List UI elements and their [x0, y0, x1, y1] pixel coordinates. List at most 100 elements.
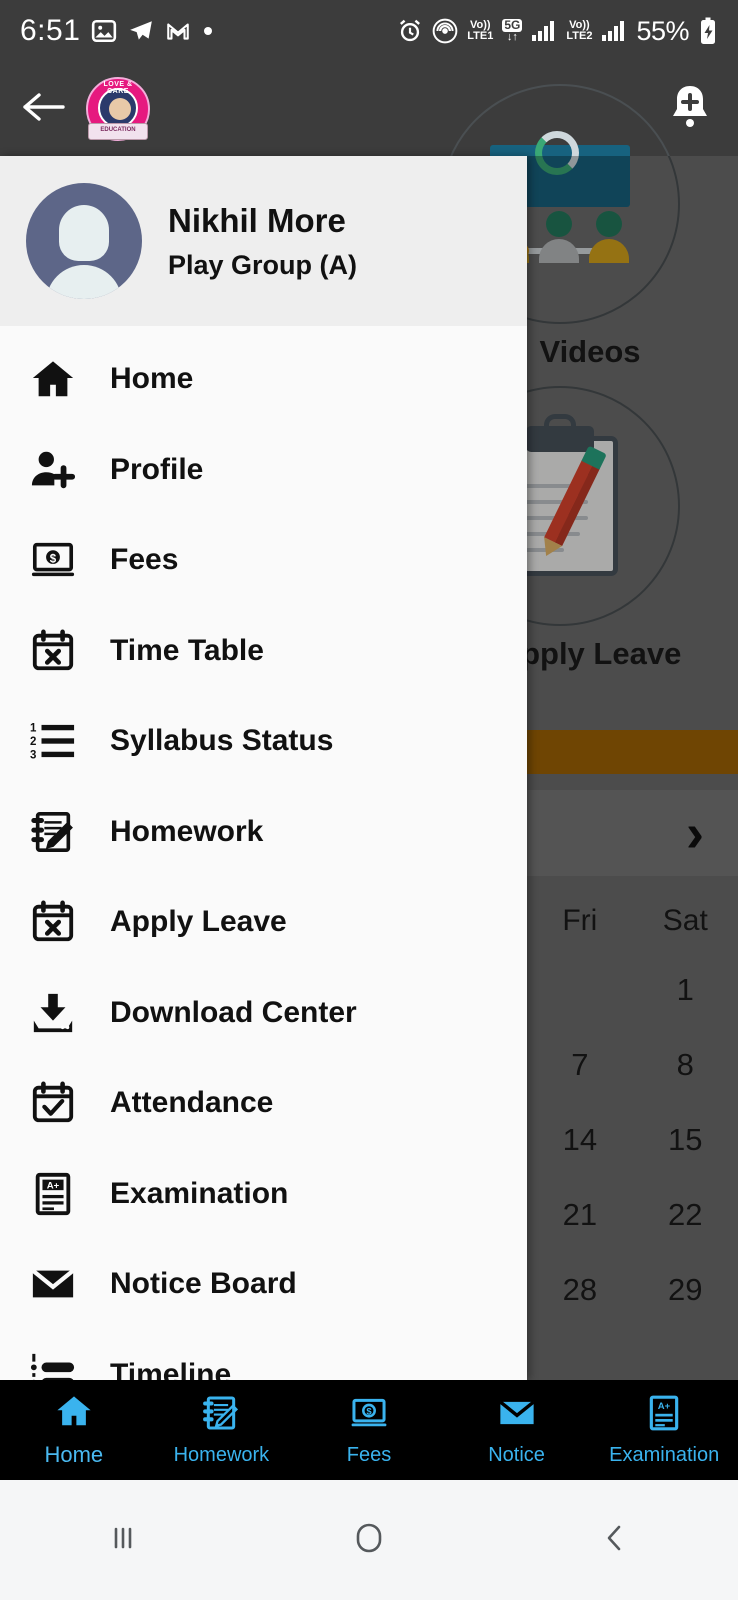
drawer-menu: Home Profile $ Fees Time Table 1 2 3 Syl…	[0, 326, 527, 1380]
drawer-profile-header[interactable]: Nikhil More Play Group (A)	[0, 156, 527, 326]
data-arrows-icon: ↓↑	[506, 31, 518, 43]
status-bar-left: 6:51	[20, 14, 214, 48]
dot-icon	[202, 25, 214, 37]
gmail-icon	[165, 18, 191, 44]
svg-text:1: 1	[30, 723, 37, 735]
profile-name: Nikhil More	[168, 201, 346, 239]
logo-top-text: LOVE & CARE	[103, 81, 133, 95]
bottom-nav-label: Home	[44, 1442, 104, 1467]
volte1-indicator: Vo)) LTE1	[467, 20, 493, 42]
svg-text:$: $	[50, 554, 57, 566]
sidebar-item-label: Download Center	[110, 995, 357, 1029]
bottom-nav-home[interactable]: Home	[0, 1380, 148, 1480]
sidebar-item-label: Examination	[110, 1176, 289, 1210]
bottom-nav-label: Fees	[346, 1443, 392, 1466]
sidebar-item-timeline[interactable]: Timeline	[0, 1330, 527, 1380]
sidebar-item-examination[interactable]: A+ Examination	[0, 1149, 527, 1240]
bottom-nav-label: Homework	[173, 1443, 270, 1466]
avatar-placeholder-icon	[59, 205, 109, 261]
hotspot-icon	[432, 18, 458, 44]
signal-bars-2-icon	[601, 20, 627, 42]
sidebar-item-profile[interactable]: Profile	[0, 425, 527, 516]
envelope-icon	[498, 1394, 536, 1437]
network-badge-wrap: 5G ↓↑	[502, 19, 523, 43]
svg-text:A+: A+	[658, 1401, 671, 1412]
battery-charging-icon	[698, 17, 718, 45]
sidebar-item-homework[interactable]: Homework	[0, 787, 527, 878]
telegram-icon	[128, 18, 154, 44]
sidebar-item-label: Apply Leave	[110, 905, 287, 939]
system-navigation-bar	[0, 1480, 738, 1600]
notebook-pencil-icon	[22, 809, 84, 855]
sidebar-item-label: Attendance	[110, 1086, 274, 1120]
home-button[interactable]	[246, 1518, 492, 1563]
person-add-icon	[22, 447, 84, 493]
sidebar-item-time-table[interactable]: Time Table	[0, 606, 527, 697]
sidebar-item-label: Notice Board	[110, 1267, 297, 1301]
bottom-nav-label: Notice	[488, 1443, 545, 1466]
signal-bars-1-icon	[531, 20, 557, 42]
status-time: 6:51	[20, 14, 81, 47]
sidebar-item-syllabus-status[interactable]: 12 3 Syllabus Status	[0, 696, 527, 787]
numbered-list-icon: 12 3	[22, 718, 84, 764]
bottom-nav-label: Examination	[609, 1443, 720, 1466]
calendar-x-icon	[22, 628, 84, 674]
notebook-pencil-icon	[202, 1394, 240, 1437]
sidebar-item-label: Profile	[110, 452, 204, 486]
profile-class: Play Group (A)	[168, 249, 358, 280]
svg-text:3: 3	[30, 750, 36, 762]
alarm-icon	[397, 18, 423, 44]
grade-document-icon: A+	[22, 1171, 84, 1217]
bottom-nav-homework[interactable]: Homework	[148, 1380, 296, 1480]
home-icon	[22, 356, 84, 402]
profile-text: Nikhil More Play Group (A)	[168, 202, 357, 281]
photo-icon	[91, 18, 117, 44]
sidebar-item-label: Timeline	[110, 1357, 232, 1380]
sidebar-item-attendance[interactable]: Attendance	[0, 1058, 527, 1149]
school-logo: LOVE & CARE EDUCATION	[86, 77, 150, 141]
status-bar: 6:51 Vo)) LTE1 5G ↓↑ Vo)) LTE2 55%	[0, 0, 738, 62]
svg-text:2: 2	[30, 736, 36, 748]
volte2-bottom: LTE2	[566, 30, 593, 42]
svg-text:A+: A+	[47, 1180, 60, 1191]
sidebar-item-home[interactable]: Home	[0, 334, 527, 425]
home-circle-icon	[349, 1518, 389, 1563]
logo-ribbon-text: EDUCATION	[88, 123, 148, 140]
envelope-icon	[22, 1261, 84, 1307]
grade-document-icon: A+	[645, 1394, 683, 1437]
back-button[interactable]	[0, 87, 86, 132]
sidebar-item-download-center[interactable]: Download Center	[0, 968, 527, 1059]
calendar-check-icon	[22, 1080, 84, 1126]
battery-percent: 55%	[636, 15, 689, 46]
svg-text:$: $	[366, 1406, 372, 1417]
sidebar-item-label: Fees	[110, 543, 179, 577]
sidebar-item-label: Syllabus Status	[110, 724, 334, 758]
bottom-nav-examination[interactable]: A+ Examination	[590, 1380, 738, 1480]
recents-icon	[106, 1521, 140, 1560]
avatar	[26, 183, 142, 299]
bottom-nav-notice[interactable]: Notice	[443, 1380, 591, 1480]
money-laptop-icon: $	[22, 537, 84, 583]
home-icon	[55, 1392, 93, 1435]
timeline-list-icon	[22, 1352, 84, 1380]
back-arrow-icon	[19, 87, 67, 132]
sidebar-item-notice-board[interactable]: Notice Board	[0, 1239, 527, 1330]
sidebar-item-apply-leave[interactable]: Apply Leave	[0, 877, 527, 968]
sidebar-item-label: Time Table	[110, 633, 264, 667]
bottom-navigation: Home Homework $ Fees Notice A+ Examinati…	[0, 1380, 738, 1480]
app-screen: 6:51 Vo)) LTE1 5G ↓↑ Vo)) LTE2 55% LOVE …	[0, 0, 738, 1600]
back-button[interactable]	[492, 1521, 738, 1560]
sidebar-item-label: Homework	[110, 814, 264, 848]
sidebar-item-fees[interactable]: $ Fees	[0, 515, 527, 606]
download-icon	[22, 990, 84, 1036]
bottom-nav-fees[interactable]: $ Fees	[295, 1380, 443, 1480]
status-bar-right: Vo)) LTE1 5G ↓↑ Vo)) LTE2 55%	[397, 16, 718, 47]
recents-button[interactable]	[0, 1521, 246, 1560]
money-laptop-icon: $	[350, 1394, 388, 1437]
navigation-drawer: Nikhil More Play Group (A) Home Profile …	[0, 156, 527, 1380]
volte2-indicator: Vo)) LTE2	[566, 20, 592, 42]
sidebar-item-label: Home	[110, 362, 194, 396]
calendar-x-icon	[22, 899, 84, 945]
back-chevron-icon	[598, 1521, 632, 1560]
volte1-bottom: LTE1	[467, 30, 494, 42]
